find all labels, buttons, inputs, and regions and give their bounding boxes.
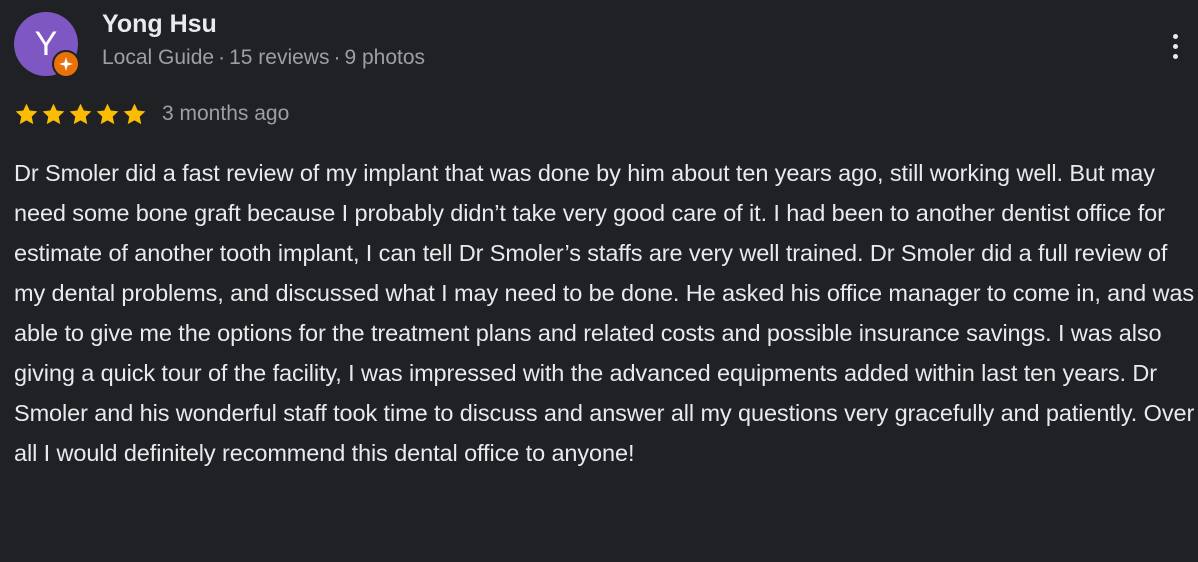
rating-row: 3 months ago <box>14 100 289 128</box>
meta-separator: · <box>333 46 341 69</box>
star-icon <box>69 103 92 124</box>
star-rating <box>14 102 147 127</box>
review-date: 3 months ago <box>162 102 290 125</box>
meta-separator: · <box>218 46 226 69</box>
local-guide-label: Local Guide <box>102 46 215 69</box>
review-count: 15 reviews <box>229 46 330 69</box>
star-icon <box>96 103 119 124</box>
more-vert-icon <box>1172 53 1178 59</box>
photo-count: 9 photos <box>344 46 426 69</box>
star-icon <box>15 103 38 124</box>
more-vert-icon <box>1172 33 1178 39</box>
local-guide-badge-icon <box>52 50 80 78</box>
review-text: Dr Smoler did a fast review of my implan… <box>14 160 1195 466</box>
reviewer-meta: Local Guide · 15 reviews · 9 photos <box>102 46 425 70</box>
more-vert-icon <box>1172 43 1178 49</box>
star-icon <box>42 103 65 124</box>
reviewer-name[interactable]: Yong Hsu <box>102 10 217 39</box>
more-options-button[interactable] <box>1160 24 1190 68</box>
star-icon <box>123 103 146 124</box>
